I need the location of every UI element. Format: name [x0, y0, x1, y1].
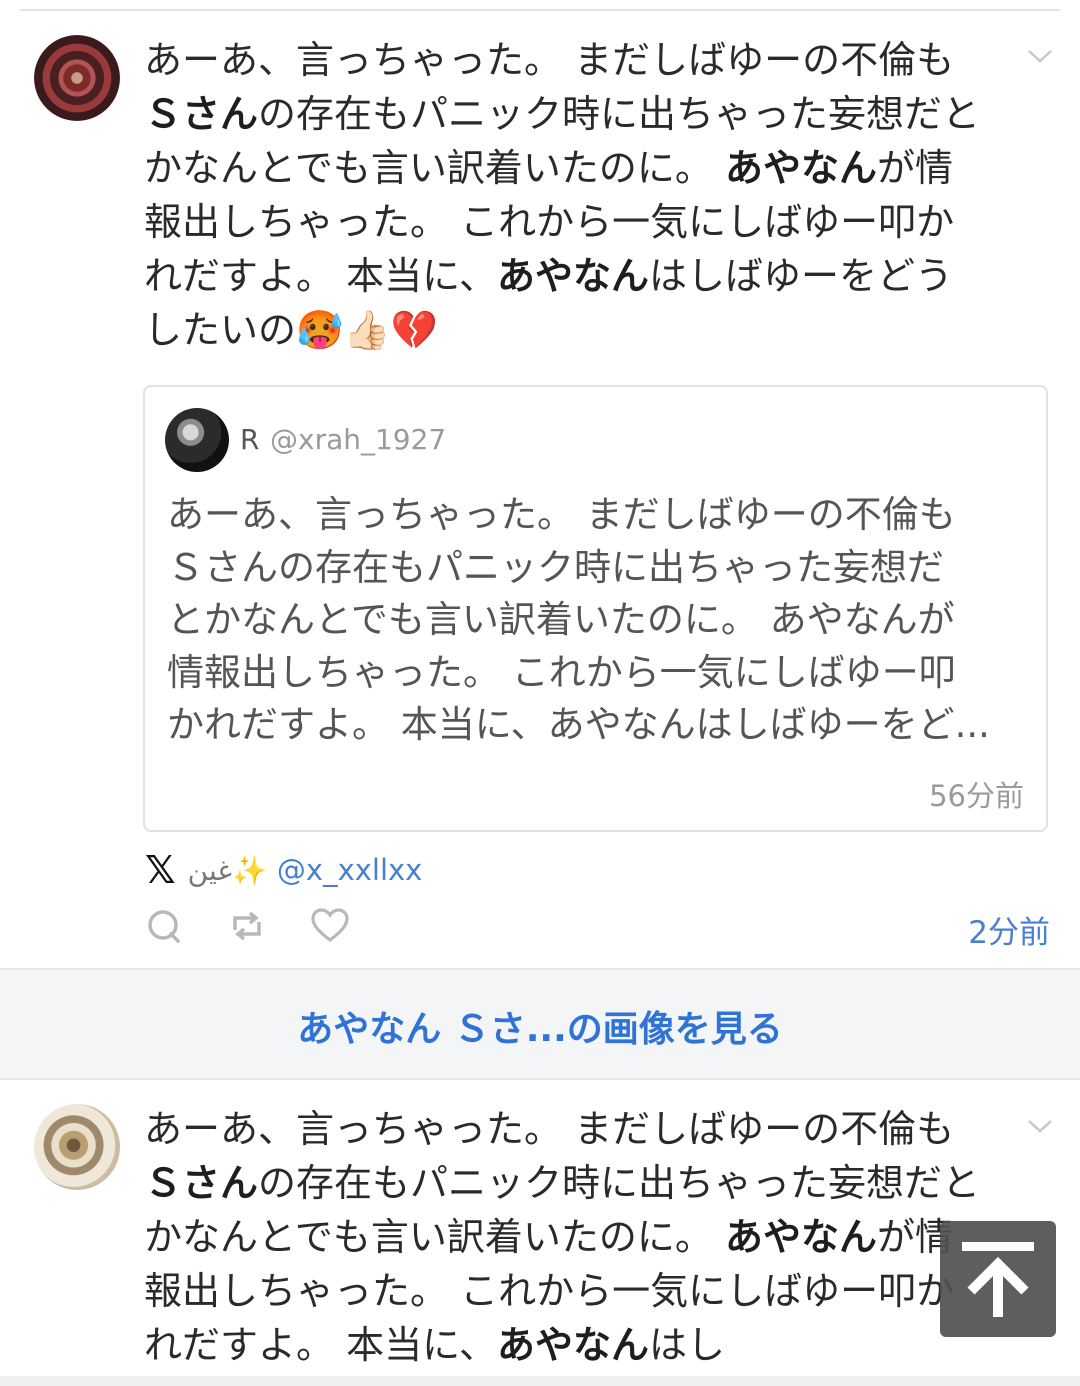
- chevron-down-icon[interactable]: [1026, 45, 1054, 67]
- text-run: あーあ、言っちゃった。 まだしばゆーの不倫も: [144, 1107, 955, 1151]
- quoted-text-line: 情報出しちゃった。 これから一気にしばゆー叩: [167, 650, 956, 694]
- text-run: あーあ、言っちゃった。 まだしばゆーの不倫も: [144, 38, 955, 82]
- quoted-timestamp: 56分前: [929, 779, 1024, 813]
- bottom-divider: [0, 1376, 1080, 1386]
- quoted-text-line: あーあ、言っちゃった。 まだしばゆーの不倫も: [167, 493, 956, 536]
- post-timestamp[interactable]: 2分前: [968, 907, 1050, 952]
- text-run: はし: [648, 1323, 725, 1367]
- quoted-author-name: R: [240, 423, 260, 456]
- mention-highlight: あやなん: [496, 1323, 649, 1367]
- view-images-link[interactable]: あやなん Ｓさ...の画像を見る: [0, 1000, 1080, 1052]
- mention-highlight: Ｓさん: [144, 1161, 259, 1205]
- text-run: はしばゆーをどう: [648, 254, 953, 298]
- heart-icon[interactable]: [310, 906, 350, 946]
- chevron-down-icon[interactable]: [1026, 1115, 1054, 1137]
- quoted-text-line: かれだすよ。 本当に、あやなんはしばゆーをど...: [167, 703, 990, 746]
- quoted-text-line: とかなんとでも言い訳着いたのに。 あやなんが: [167, 598, 955, 641]
- quoted-text: あーあ、言っちゃった。 まだしばゆーの不倫も Ｓさんの存在もパニック時に出ちゃっ…: [167, 489, 1037, 752]
- text-run: れだすよ。 本当に、: [144, 1323, 497, 1367]
- avatar[interactable]: [34, 35, 120, 121]
- reply-icon[interactable]: [145, 906, 185, 946]
- post-text: あーあ、言っちゃった。 まだしばゆーの不倫も Ｓさんの存在もパニック時に出ちゃった…: [144, 1102, 1024, 1372]
- retweet-icon[interactable]: [227, 906, 267, 946]
- quoted-post[interactable]: R @xrah_1927 あーあ、言っちゃった。 まだしばゆーの不倫も Ｓさんの…: [143, 385, 1048, 832]
- post-text: あーあ、言っちゃった。 まだしばゆーの不倫も Ｓさんの存在もパニック時に出ちゃった…: [144, 33, 1024, 357]
- x-logo-icon: 𝕏: [145, 848, 176, 892]
- quoted-avatar: [165, 408, 229, 472]
- text-run: かなんとでも言い訳着いたのに。: [144, 146, 725, 190]
- top-divider: [20, 9, 1060, 11]
- source-line: 𝕏 غين✨ @x_xxllxx: [145, 848, 422, 892]
- text-run: かなんとでも言い訳着いたのに。: [144, 1215, 725, 1259]
- mention-highlight: あやなん: [724, 1215, 877, 1259]
- quoted-text-line: Ｓさんの存在もパニック時に出ちゃった妄想だ: [167, 545, 944, 589]
- source-handle[interactable]: @x_xxllxx: [277, 853, 422, 887]
- mention-highlight: Ｓさん: [144, 92, 259, 136]
- text-run: 報出しちゃった。 これから一気にしばゆー叩か: [144, 1269, 955, 1313]
- view-images-band[interactable]: あやなん Ｓさ...の画像を見る: [0, 968, 1080, 1080]
- quoted-author-handle: @xrah_1927: [270, 423, 447, 456]
- text-run: れだすよ。 本当に、: [144, 254, 497, 298]
- scroll-to-top-button[interactable]: [940, 1221, 1056, 1337]
- arrow-up-icon: [962, 1242, 1034, 1317]
- mention-highlight: あやなん: [724, 146, 877, 190]
- mention-highlight: あやなん: [496, 254, 649, 298]
- text-run: の存在もパニック時に出ちゃった妄想だと: [258, 92, 981, 136]
- source-name: غين✨: [187, 853, 267, 887]
- avatar[interactable]: [34, 1104, 120, 1190]
- text-run: が情: [876, 146, 953, 190]
- text-run: したいの🥵👍🏻💔: [144, 308, 438, 352]
- text-run: の存在もパニック時に出ちゃった妄想だと: [258, 1161, 981, 1205]
- text-run: 報出しちゃった。 これから一気にしばゆー叩か: [144, 200, 955, 244]
